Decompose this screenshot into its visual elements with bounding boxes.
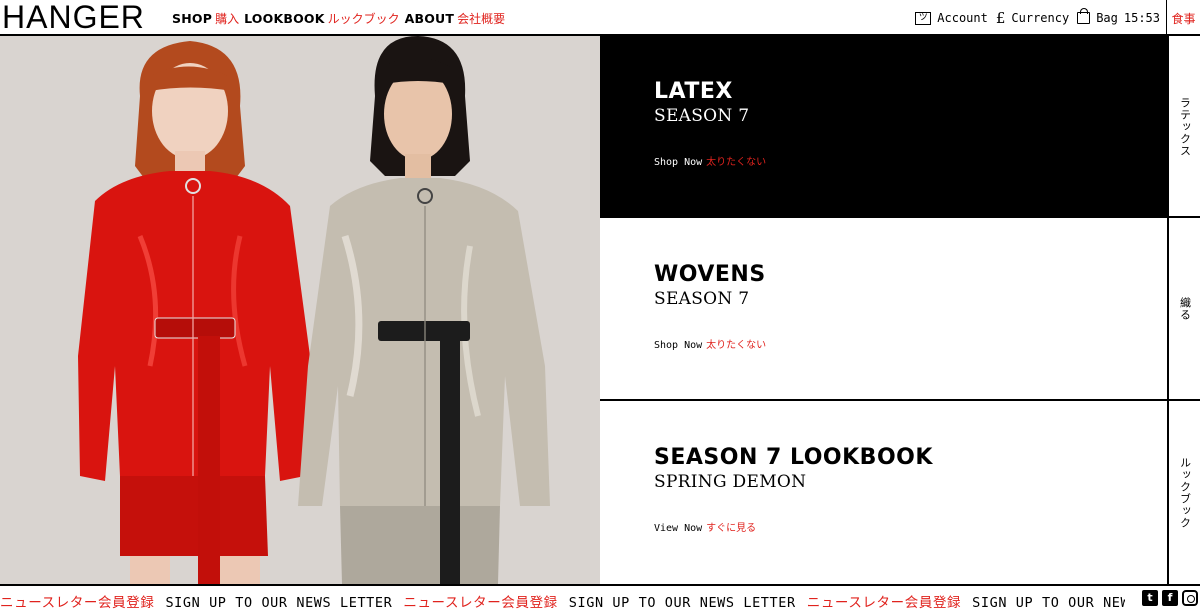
ticker-jp: ニュースレター会員登録 xyxy=(403,595,558,611)
newsletter-footer: ニュースレター会員登録 SIGN UP TO OUR NEWS LETTER ニュー… xyxy=(0,584,1200,613)
side-tab-label: 織る xyxy=(1178,296,1192,321)
account-label: Account xyxy=(937,11,988,25)
nav-about[interactable]: ABOUT xyxy=(405,11,455,26)
currency-label: Currency xyxy=(1011,11,1070,25)
panel-lookbook[interactable]: SEASON 7 LOOKBOOK SPRING DEMON View Now す… xyxy=(600,401,1168,584)
view-now-link[interactable]: View Now xyxy=(654,523,702,534)
panel-wovens-title: WOVENS xyxy=(654,262,766,287)
main-nav: SHOP 購入 LOOKBOOK ルックブック ABOUT 会社概要 xyxy=(172,10,510,27)
food-link[interactable]: 食事 xyxy=(1166,0,1200,36)
ticker-en: SIGN UP TO OUR NEWS xyxy=(972,595,1125,611)
panel-latex[interactable]: LATEX SEASON 7 Shop Now 太りたくない xyxy=(600,36,1168,217)
facebook-icon[interactable]: f xyxy=(1162,590,1178,606)
side-tab-lookbook[interactable]: ルックブック xyxy=(1167,401,1200,584)
bag-icon xyxy=(1077,8,1091,24)
side-tab-wovens[interactable]: 織る xyxy=(1167,218,1200,399)
nav-shop-jp[interactable]: 購入 xyxy=(215,10,239,27)
panel-wovens-subtitle: SEASON 7 xyxy=(654,289,750,309)
shop-now-link[interactable]: Shop Now xyxy=(654,340,702,351)
clock: 15:53 xyxy=(1123,11,1160,25)
shop-now-link[interactable]: Shop Now xyxy=(654,157,702,168)
nav-lookbook[interactable]: LOOKBOOK xyxy=(244,11,325,26)
tumblr-icon[interactable]: t xyxy=(1142,590,1158,606)
social-links: t f xyxy=(1142,590,1198,606)
brand-logo[interactable]: HANGER xyxy=(2,0,145,34)
side-tab-label: ルックブック xyxy=(1178,456,1192,529)
panel-wovens[interactable]: WOVENS SEASON 7 Shop Now 太りたくない xyxy=(600,218,1168,399)
side-tab-label: ラテックス xyxy=(1178,96,1192,157)
utility-bar: ツ Account £ Currency Bag 15:53 食事 xyxy=(907,0,1200,36)
bag-label: Bag xyxy=(1096,11,1118,25)
pound-icon: £ xyxy=(995,9,1006,27)
instagram-icon[interactable] xyxy=(1182,590,1198,606)
hero-image[interactable] xyxy=(0,36,600,584)
ticker-jp: ニュースレター会員登録 xyxy=(0,595,155,611)
bag-link[interactable]: Bag xyxy=(1077,8,1118,25)
nav-shop[interactable]: SHOP xyxy=(172,11,212,26)
ticker-jp: ニュースレター会員登録 xyxy=(806,595,962,611)
currency-link[interactable]: £ Currency xyxy=(995,9,1070,27)
panel-lookbook-title: SEASON 7 LOOKBOOK xyxy=(654,445,933,470)
panel-latex-subtitle: SEASON 7 xyxy=(654,106,750,126)
cta-jp[interactable]: 太りたくない xyxy=(706,340,766,351)
ticker-en: SIGN UP TO OUR NEWS LETTER xyxy=(568,595,796,611)
nav-about-jp[interactable]: 会社概要 xyxy=(457,10,505,27)
site-header: HANGER SHOP 購入 LOOKBOOK ルックブック ABOUT 会社概… xyxy=(0,0,1200,36)
cta-jp[interactable]: 太りたくない xyxy=(706,157,766,168)
panel-latex-cta[interactable]: Shop Now 太りたくない xyxy=(654,153,766,168)
account-link[interactable]: ツ Account xyxy=(915,11,988,25)
nav-lookbook-jp[interactable]: ルックブック xyxy=(328,10,400,27)
side-tab-latex[interactable]: ラテックス xyxy=(1167,36,1200,217)
panel-lookbook-cta[interactable]: View Now すぐに見る xyxy=(654,519,756,534)
account-icon: ツ xyxy=(915,11,932,25)
panel-wovens-cta[interactable]: Shop Now 太りたくない xyxy=(654,336,766,351)
panel-lookbook-subtitle: SPRING DEMON xyxy=(654,472,807,492)
hero-photo xyxy=(0,36,600,584)
panel-latex-title: LATEX xyxy=(654,79,733,104)
cta-jp[interactable]: すぐに見る xyxy=(706,523,756,534)
ticker-en: SIGN UP TO OUR NEWS LETTER xyxy=(165,595,393,611)
newsletter-ticker[interactable]: ニュースレター会員登録 SIGN UP TO OUR NEWS LETTER ニュー… xyxy=(0,591,1125,611)
